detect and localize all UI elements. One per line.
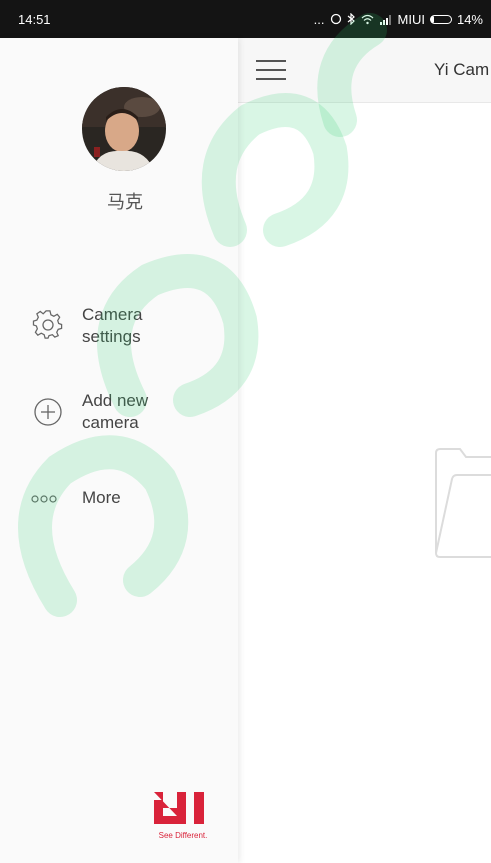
bluetooth-icon [347, 13, 355, 25]
more-dots-icon [31, 495, 57, 503]
menu-icon[interactable] [256, 58, 286, 82]
main-area: Yi Cam [238, 38, 491, 863]
yi-logo [154, 792, 204, 824]
user-name: 马克 [107, 192, 143, 212]
menu-item-more[interactable]: More [0, 486, 238, 510]
plus-circle-icon [34, 398, 62, 426]
status-time: 14:51 [18, 11, 51, 27]
menu-label-line: Add new [82, 391, 149, 410]
avatar[interactable] [82, 87, 166, 171]
app-bar: Yi Cam [238, 38, 491, 103]
menu-label-camera-settings: Camera settings [82, 304, 192, 348]
yi-tagline: See Different. [158, 831, 208, 840]
notification-dots: ... [313, 11, 325, 27]
menu-label-line: camera [82, 413, 139, 432]
empty-folder-icon [435, 448, 491, 558]
menu-label-more: More [82, 488, 121, 507]
carrier-label: MIUI [397, 11, 425, 27]
menu-item-add-new-camera[interactable]: Add new camera [0, 388, 238, 438]
battery-icon [429, 14, 452, 24]
signal-icon [379, 14, 391, 25]
wifi-icon [361, 14, 373, 24]
gear-icon [32, 310, 63, 339]
battery-percent: 14% [456, 11, 483, 27]
screen: 14:51 ... MIUI 14% Yi Cam 马克 Camera sett… [0, 0, 491, 863]
menu-label-add-new-camera: Add new camera [82, 390, 192, 434]
app-title: Yi Cam [434, 60, 490, 79]
navigation-drawer: 马克 Camera settings Add new camera More S… [0, 38, 238, 863]
menu-label-line: Camera [82, 305, 143, 324]
menu-item-camera-settings[interactable]: Camera settings [0, 300, 238, 350]
status-icons: ... MIUI 14% [314, 13, 483, 26]
menu-label-line: settings [82, 327, 141, 346]
sync-icon [330, 13, 341, 25]
status-bar: 14:51 ... MIUI 14% [0, 0, 491, 38]
battery-fill [430, 15, 434, 23]
